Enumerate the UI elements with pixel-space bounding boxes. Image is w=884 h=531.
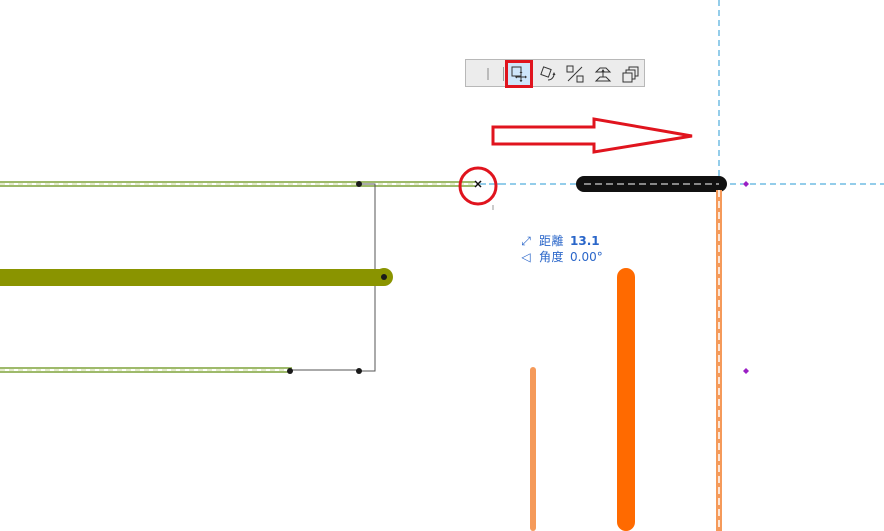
multiply-icon [622,66,639,83]
mirror-icon [566,65,584,83]
thin-orange-wall[interactable] [530,367,536,531]
line-tool-button[interactable] [477,63,499,85]
node-dot[interactable] [356,181,362,187]
distance-label: 距離 [539,234,565,248]
black-wall-segment[interactable] [576,176,727,192]
thick-orange-wall[interactable] [617,268,635,531]
top-wall-line[interactable] [0,181,475,187]
move-button[interactable] [505,60,533,88]
purple-marker[interactable] [743,181,749,187]
distance-value[interactable]: 13.1 [570,233,600,249]
mirror-button[interactable] [564,63,586,85]
multiply-button[interactable] [620,63,642,85]
elevate-icon [594,67,612,82]
node-dot[interactable] [356,368,362,374]
red-arrow-annotation [491,117,693,154]
elevate-button[interactable] [592,63,614,85]
toolbar-divider [503,67,504,81]
thick-olive-wall[interactable] [0,268,393,286]
angle-label: 角度 [539,250,565,264]
purple-marker[interactable] [743,368,749,374]
tracker-readout: ⤢ 距離 13.1 ◁ 角度 0.00° [519,233,603,265]
wall-endpoint-node[interactable] [381,274,387,280]
bottom-wall-line[interactable] [0,367,359,373]
angle-value[interactable]: 0.00° [570,249,603,265]
node-dot[interactable] [287,368,293,374]
drawing-canvas[interactable] [0,0,884,531]
angle-row: ◁ 角度 0.00° [519,249,603,265]
distance-arrow-icon: ⤢ [521,234,531,248]
move-icon [511,66,527,82]
rotate-button[interactable] [536,63,558,85]
line-icon [487,68,489,80]
rotate-icon [540,66,556,81]
distance-row: ⤢ 距離 13.1 [519,233,603,249]
pet-palette-toolbar [465,59,645,88]
angle-icon: ◁ [521,250,531,264]
orange-vertical-wall[interactable] [716,190,722,531]
